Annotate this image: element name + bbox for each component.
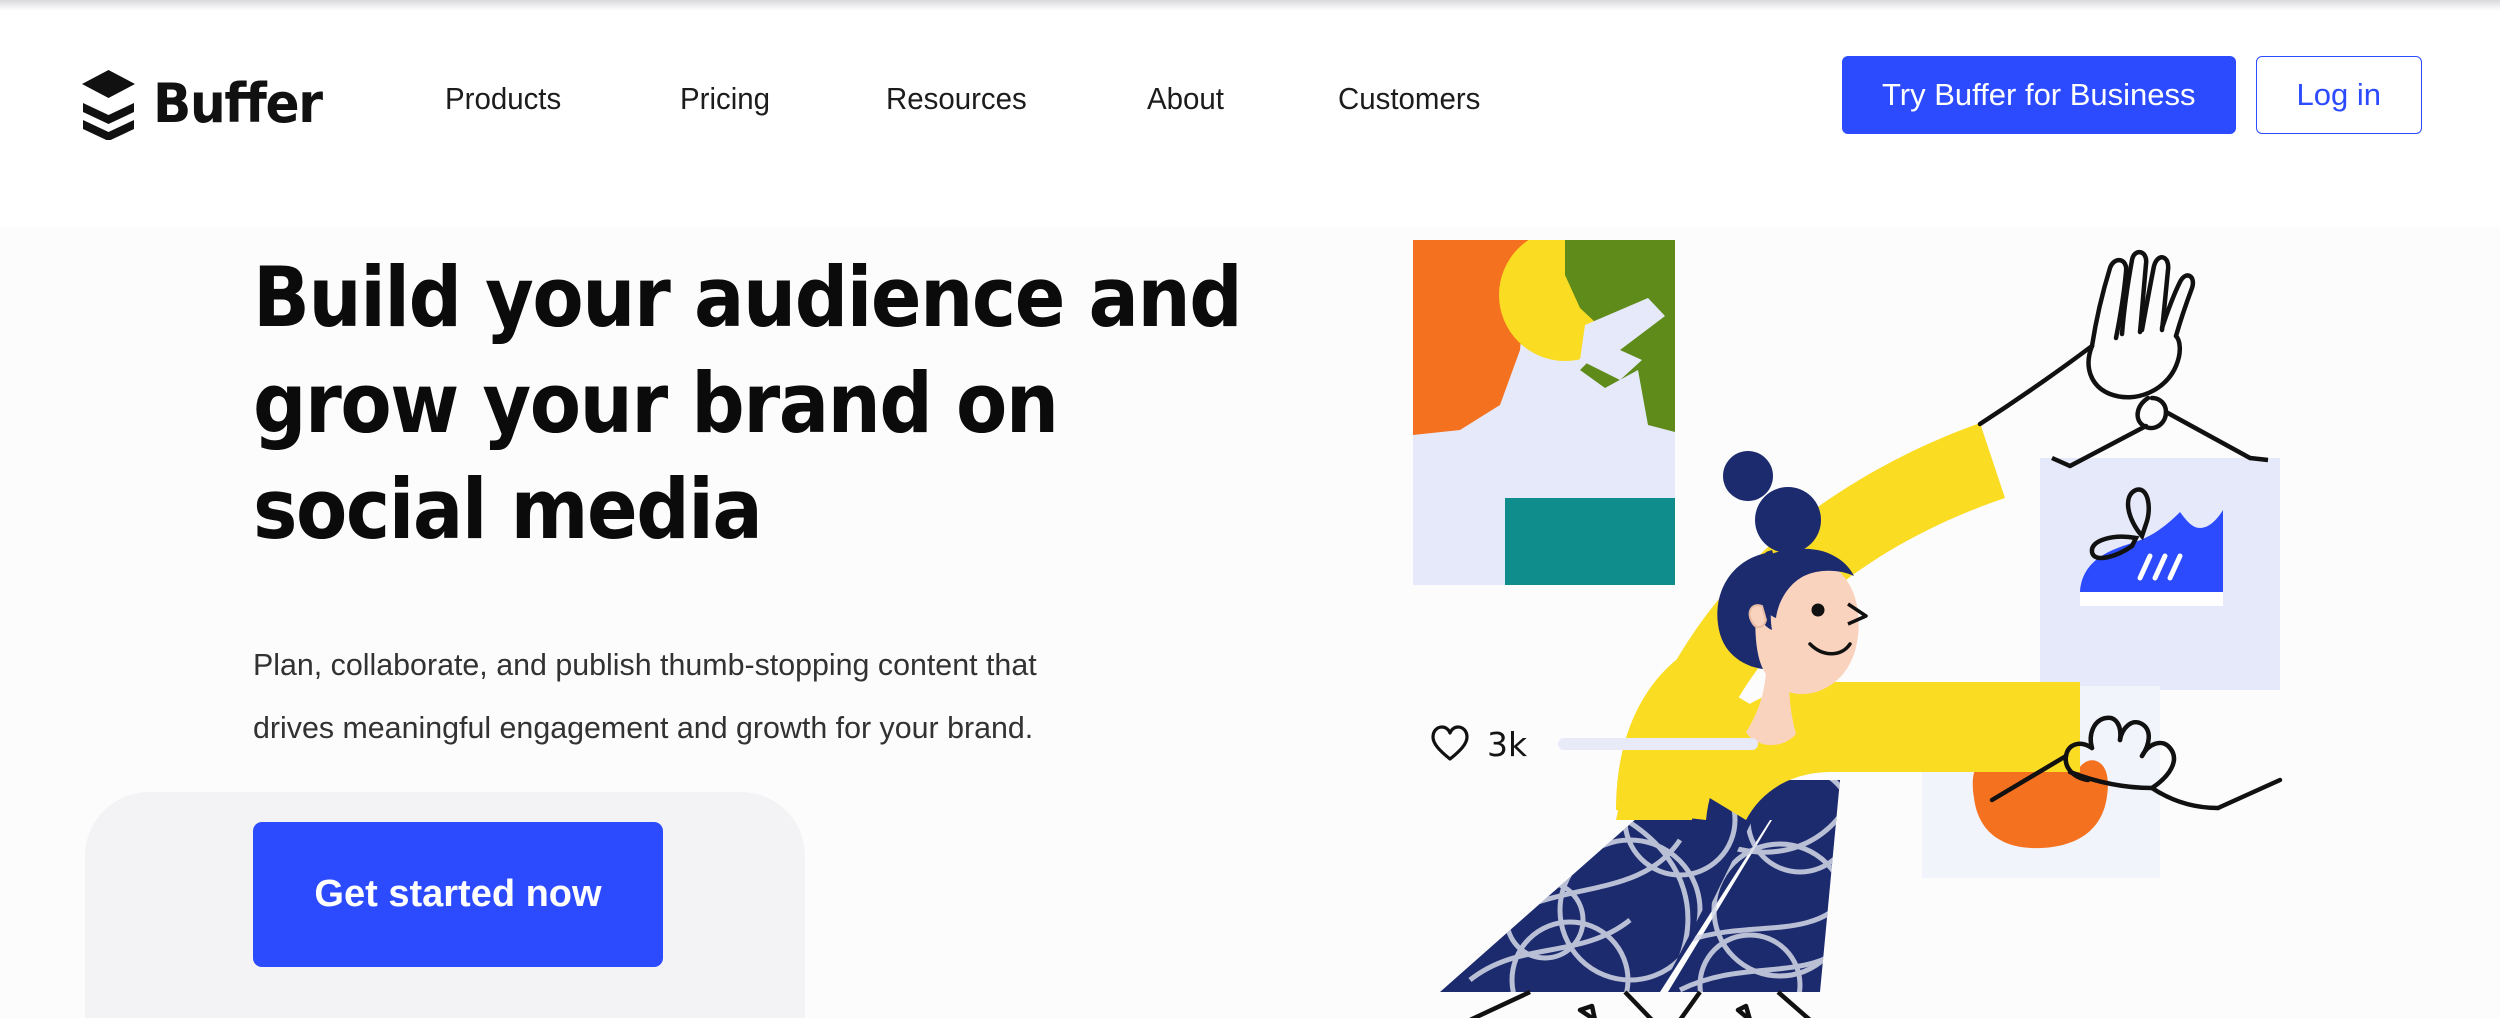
- nav-item-resources[interactable]: Resources: [886, 80, 1027, 117]
- hand-top: [1977, 250, 2253, 469]
- log-in-button[interactable]: Log in: [2255, 56, 2422, 134]
- try-buffer-for-business-button[interactable]: Try Buffer for Business: [1841, 56, 2236, 134]
- hero-section: Build your audience and grow your brand …: [0, 226, 2500, 1018]
- logo-link[interactable]: Buffer: [77, 68, 334, 141]
- card-abstract-meta: 3k: [1430, 724, 1759, 764]
- hero-copy: Build your audience and grow your brand …: [253, 226, 1303, 967]
- nav-item-pricing[interactable]: Pricing: [680, 80, 770, 117]
- decor-dot-large: [1755, 487, 1821, 553]
- heart-outline-icon: [1430, 724, 1470, 764]
- nav-item-about[interactable]: About: [1147, 80, 1224, 117]
- card-abstract: [1413, 240, 1675, 585]
- buffer-stack-icon: [77, 68, 140, 141]
- page-title: Build your audience and grow your brand …: [253, 249, 1243, 559]
- like-count: 3k: [1487, 724, 1528, 764]
- nav-item-products[interactable]: Products: [445, 80, 561, 117]
- hero-illustration: [1380, 226, 2500, 1018]
- card-sneaker: [2040, 458, 2280, 690]
- site-header: Buffer Products Pricing Resources About …: [0, 0, 2500, 226]
- main-nav: Products Pricing Resources About Custome…: [445, 80, 1488, 117]
- get-started-now-button[interactable]: Get started now: [253, 821, 663, 967]
- decor-dot-small: [1723, 451, 1773, 501]
- scroll-shadow: [0, 0, 2500, 11]
- hero-subcopy: Plan, collaborate, and publish thumb-sto…: [253, 646, 1037, 745]
- caption-placeholder-bar: [1558, 738, 1759, 750]
- logo-wordmark: Buffer: [153, 72, 323, 135]
- header-actions: Try Buffer for Business Log in: [1841, 56, 2422, 134]
- nav-item-customers[interactable]: Customers: [1338, 80, 1480, 117]
